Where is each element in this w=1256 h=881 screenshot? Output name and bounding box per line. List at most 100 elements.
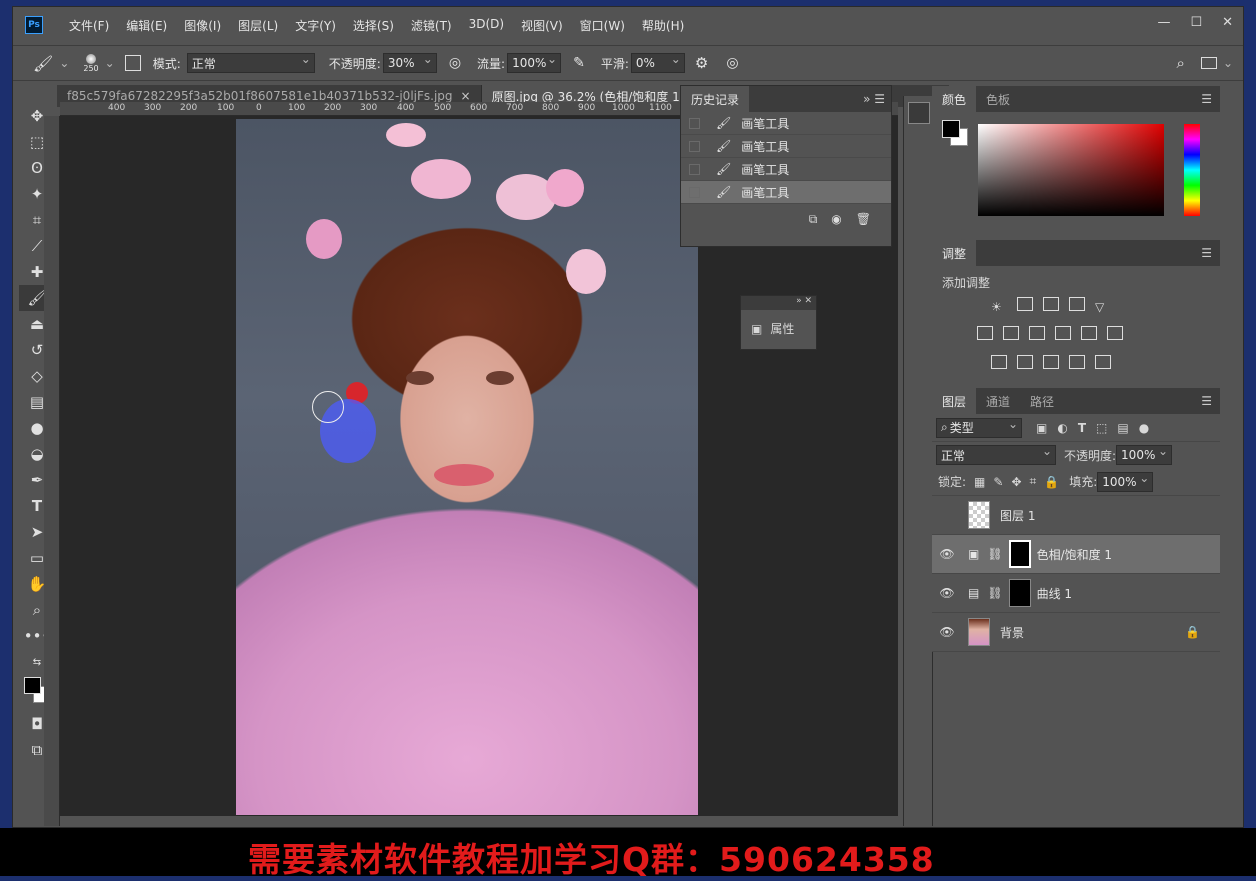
fill-input[interactable]: 100% [1097, 471, 1154, 492]
menu-view[interactable]: 视图(V) [521, 17, 563, 34]
menu-3d[interactable]: 3D(D) [469, 17, 504, 34]
history-item[interactable]: 🖌 画笔工具 [681, 135, 891, 158]
menu-help[interactable]: 帮助(H) [642, 17, 684, 34]
airbrush-icon[interactable]: ✎ [573, 55, 585, 71]
gradient-map-icon[interactable] [1095, 355, 1111, 369]
flow-input[interactable]: 100% [507, 52, 562, 73]
chevron-down-icon[interactable]: ⌄ [105, 56, 115, 70]
layer-mask-thumbnail[interactable] [1008, 540, 1031, 568]
panel-menu-icon[interactable]: ☰ [1201, 92, 1212, 106]
link-icon[interactable]: ⛓ [987, 586, 1002, 600]
lock-transparency-icon[interactable]: ▦ [974, 475, 985, 489]
workspace-icon[interactable] [1200, 57, 1217, 69]
close-icon[interactable]: × [461, 89, 471, 103]
layer-name[interactable]: 图层 1 [1000, 507, 1035, 524]
channel-mixer-icon[interactable] [1081, 326, 1097, 340]
checkbox[interactable] [689, 163, 700, 175]
tab-layers[interactable]: 图层 [932, 388, 977, 414]
minimize-icon[interactable]: — [1157, 15, 1170, 30]
pressure-opacity-icon[interactable]: ◎ [449, 55, 461, 71]
history-panel-icon[interactable] [908, 102, 930, 124]
chevron-down-icon[interactable]: ⌄ [1223, 56, 1233, 70]
menu-select[interactable]: 选择(S) [353, 17, 394, 34]
chevron-down-icon[interactable]: ⌄ [59, 56, 69, 70]
foreground-color[interactable] [24, 677, 41, 694]
hue-slider[interactable] [1184, 124, 1200, 216]
trash-icon[interactable]: 🗑 [856, 212, 871, 227]
color-balance-icon[interactable] [1003, 326, 1019, 340]
close-icon[interactable]: ✕ [1222, 15, 1233, 30]
eye-icon[interactable]: 👁 [932, 547, 962, 561]
checkbox[interactable] [689, 117, 700, 129]
layer-row[interactable]: 👁 背景 🔒 [932, 613, 1220, 652]
camera-icon[interactable]: ◉ [831, 212, 841, 227]
tab-paths[interactable]: 路径 [1020, 388, 1064, 414]
layer-row[interactable]: 👁 ▣ ⛓ 色相/饱和度 1 [932, 535, 1220, 574]
fg-color-swatch[interactable] [942, 120, 960, 138]
filter-smart-icon[interactable]: ▤ [1117, 421, 1128, 435]
layer-row[interactable]: 图层 1 [932, 496, 1220, 535]
color-field[interactable] [978, 124, 1164, 216]
brush-tool-icon[interactable]: 🖌 [33, 54, 53, 73]
maximize-icon[interactable]: ☐ [1190, 15, 1202, 30]
tab-adjustments[interactable]: 调整 [932, 240, 977, 266]
checkbox[interactable] [689, 186, 700, 198]
history-item[interactable]: 🖌 画笔工具 [681, 158, 891, 181]
opacity-input[interactable]: 30% [382, 52, 437, 73]
layer-name[interactable]: 曲线 1 [1037, 585, 1072, 602]
filter-toggle-icon[interactable]: ● [1139, 421, 1149, 435]
panel-menu-icon[interactable]: ☰ [1201, 394, 1212, 408]
layer-row[interactable]: 👁 ▤ ⛓ 曲线 1 [932, 574, 1220, 613]
layer-opacity-input[interactable]: 100% [1116, 444, 1173, 465]
selective-color-icon[interactable] [1069, 355, 1085, 369]
layer-name[interactable]: 色相/饱和度 1 [1037, 546, 1113, 563]
panel-menu-icon[interactable]: ☰ [1201, 246, 1212, 260]
brightness-icon[interactable]: ☀ [991, 300, 1007, 314]
photo-filter-icon[interactable] [1055, 326, 1071, 340]
layer-name[interactable]: 背景 [1000, 624, 1024, 641]
pressure-size-icon[interactable]: ◎ [726, 55, 738, 71]
curves-icon[interactable] [1043, 297, 1059, 311]
threshold-icon[interactable] [1043, 355, 1059, 369]
history-tab[interactable]: 历史记录 [681, 86, 750, 112]
brush-preset-picker[interactable]: 250 [83, 53, 99, 73]
eye-icon[interactable]: 👁 [932, 625, 962, 639]
menu-file[interactable]: 文件(F) [69, 17, 109, 34]
menu-image[interactable]: 图像(I) [184, 17, 221, 34]
menu-window[interactable]: 窗口(W) [580, 17, 625, 34]
lock-position-icon[interactable]: ✥ [1011, 475, 1021, 489]
tab-color[interactable]: 颜色 [932, 86, 977, 112]
layer-mask-thumbnail[interactable] [1008, 579, 1031, 607]
lock-artboard-icon[interactable]: ⌗ [1030, 474, 1037, 489]
search-icon[interactable]: ⌕ [1177, 54, 1185, 72]
black-white-icon[interactable] [1029, 326, 1045, 340]
filter-shape-icon[interactable]: ⬚ [1096, 421, 1107, 435]
link-icon[interactable]: ⛓ [987, 547, 1002, 561]
history-item[interactable]: 🖌 画笔工具 [681, 112, 891, 135]
hue-saturation-icon[interactable] [977, 326, 993, 340]
new-document-from-state-icon[interactable]: ⧉ [809, 212, 818, 227]
filter-adjust-icon[interactable]: ◐ [1057, 421, 1067, 435]
menu-filter[interactable]: 滤镜(T) [411, 17, 452, 34]
panel-menu-icon[interactable]: » ☰ [863, 92, 885, 106]
tab-channels[interactable]: 通道 [976, 388, 1020, 414]
blend-mode-select[interactable]: 正常 [936, 444, 1056, 465]
eye-icon[interactable]: 👁 [932, 586, 962, 600]
exposure-icon[interactable] [1069, 297, 1085, 311]
filter-type-icon[interactable]: T [1078, 421, 1086, 435]
vibrance-icon[interactable]: ▽ [1095, 300, 1111, 314]
menu-edit[interactable]: 编辑(E) [126, 17, 167, 34]
gear-icon[interactable]: ⚙ [695, 54, 708, 72]
smoothing-input[interactable]: 0% [630, 52, 685, 73]
posterize-icon[interactable] [1017, 355, 1033, 369]
levels-icon[interactable] [1017, 297, 1033, 311]
brush-panel-icon[interactable] [124, 55, 141, 71]
properties-button[interactable]: ▣ 属性 [741, 310, 816, 337]
lock-all-icon[interactable]: 🔒 [1044, 475, 1059, 489]
invert-icon[interactable] [991, 355, 1007, 369]
lock-pixels-icon[interactable]: ✎ [993, 475, 1003, 489]
layer-kind-select[interactable]: ⌕ 类型 [936, 417, 1022, 438]
document-photo[interactable] [236, 119, 698, 815]
menu-type[interactable]: 文字(Y) [295, 17, 336, 34]
filter-pixel-icon[interactable]: ▣ [1036, 421, 1047, 435]
